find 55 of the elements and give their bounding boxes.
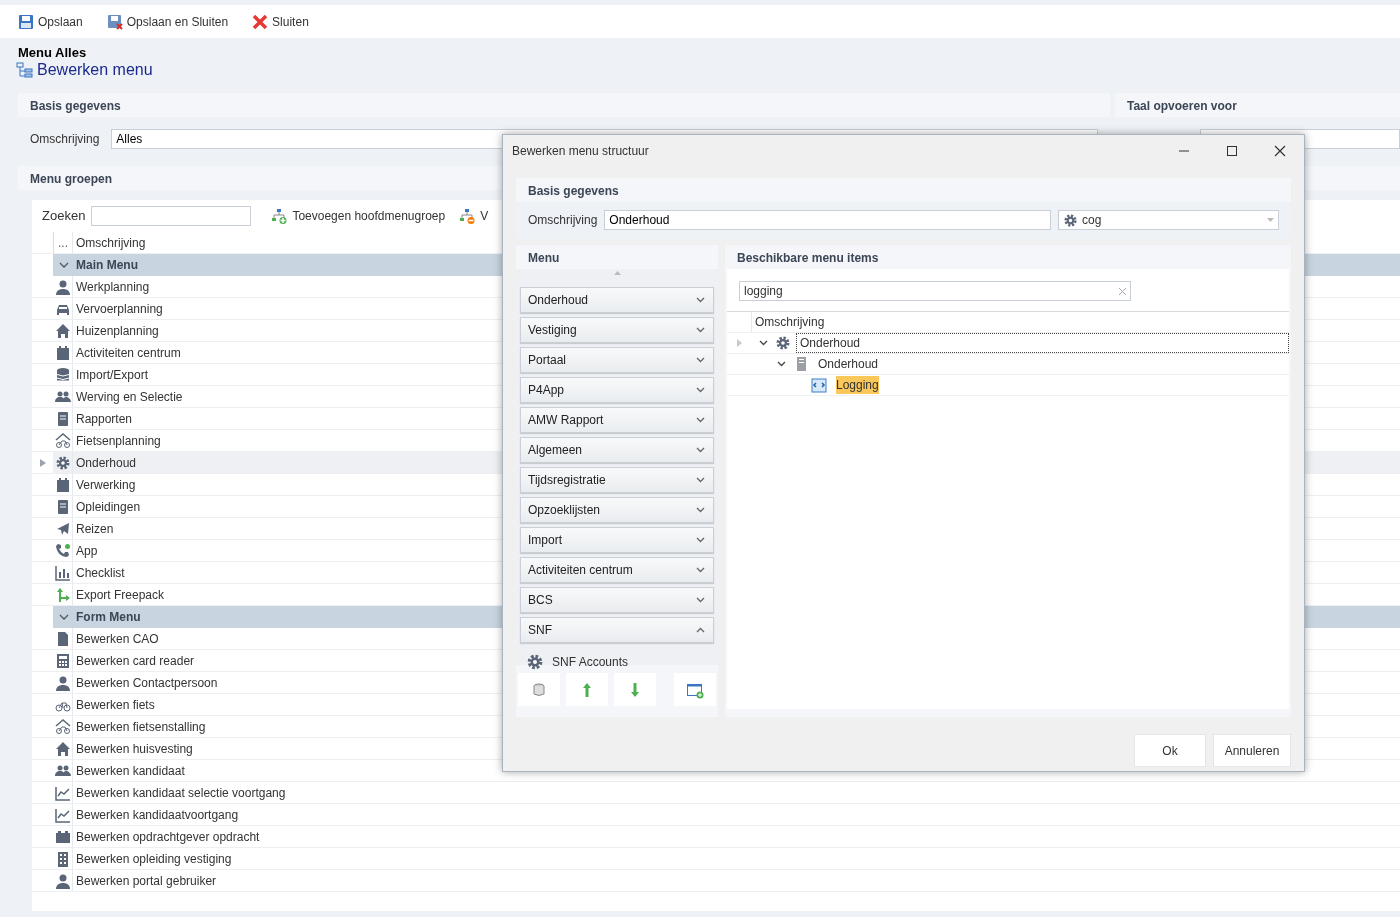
table-cell-text: Bewerken portal gebruiker xyxy=(75,872,217,890)
field-label: Omschrijving xyxy=(528,212,598,229)
tree-node-label: Logging xyxy=(836,376,879,394)
table-cell-text: Bewerken kandidaat xyxy=(75,762,185,780)
accordion-label: P4App xyxy=(528,382,565,399)
table-cell-text: Export Freepack xyxy=(75,586,165,604)
search-label: Zoeken xyxy=(42,207,86,226)
column-header: Omschrijving xyxy=(75,234,146,252)
accordion-label: SNF xyxy=(528,622,552,639)
table-cell-text: Bewerken huisvesting xyxy=(75,740,193,758)
page-subtitle: Bewerken menu xyxy=(37,61,153,79)
table-cell-text: Activiteiten centrum xyxy=(75,344,181,362)
accordion-label: Portaal xyxy=(528,352,567,369)
table-cell-text: Werkplanning xyxy=(75,278,150,296)
table-cell-text: Bewerken kandidaatvoortgang xyxy=(75,806,239,824)
table-cell-text: Bewerken opdrachtgever opdracht xyxy=(75,828,260,846)
accordion-label: BCS xyxy=(528,592,553,609)
table-cell-text: Huizenplanning xyxy=(75,322,159,340)
table-cell-text: Bewerken card reader xyxy=(75,652,195,670)
group-title: Form Menu xyxy=(76,609,141,626)
accordion-label: Onderhoud xyxy=(528,292,589,309)
table-cell-text: Rapporten xyxy=(75,410,133,428)
column-header: ... xyxy=(53,232,73,253)
table-cell-text: Verwerking xyxy=(75,476,136,494)
accordion-label: Tijdsregistratie xyxy=(528,472,606,489)
dialog-title: Bewerken menu structuur xyxy=(512,142,649,160)
accordion-label: Algemeen xyxy=(528,442,583,459)
table-cell-text: Vervoerplanning xyxy=(75,300,163,318)
dropdown-value: cog xyxy=(1082,212,1102,228)
accordion-label: AMW Rapport xyxy=(528,412,604,429)
table-cell-text: Checklist xyxy=(75,564,125,582)
table-cell-text: Bewerken kandidaat selectie voortgang xyxy=(75,784,286,802)
tree-node-label: Onderhoud xyxy=(818,356,879,373)
table-cell-text: Opleidingen xyxy=(75,498,141,516)
column-header: Omschrijving xyxy=(754,314,825,331)
accordion-label: Opzoeklijsten xyxy=(528,502,601,519)
accordion-label: Activiteiten centrum xyxy=(528,562,633,579)
tree-node-label: Onderhoud xyxy=(800,335,861,352)
table-cell-text: App xyxy=(75,542,98,560)
table-cell-text: Bewerken Contactpersoon xyxy=(75,674,218,692)
table-cell-text: Import/Export xyxy=(75,366,149,384)
table-cell-text: Onderhoud xyxy=(75,454,137,472)
page-title: Menu Alles xyxy=(18,46,88,60)
table-cell-text: Fietsenplanning xyxy=(75,432,161,450)
table-cell-text: Bewerken fiets xyxy=(75,696,155,714)
table-cell-text: Bewerken fietsenstalling xyxy=(75,718,206,736)
accordion-label: Vestiging xyxy=(528,322,577,339)
group-title: Main Menu xyxy=(76,257,138,274)
search-value: logging xyxy=(744,283,783,299)
field-label: Omschrijving xyxy=(30,131,100,148)
table-cell-text: Bewerken CAO xyxy=(75,630,159,648)
accordion-label: Import xyxy=(528,532,562,549)
table-cell-text: Werving en Selectie xyxy=(75,388,183,406)
table-cell-text: Reizen xyxy=(75,520,114,538)
table-cell-text: Bewerken opleiding vestiging xyxy=(75,850,232,868)
